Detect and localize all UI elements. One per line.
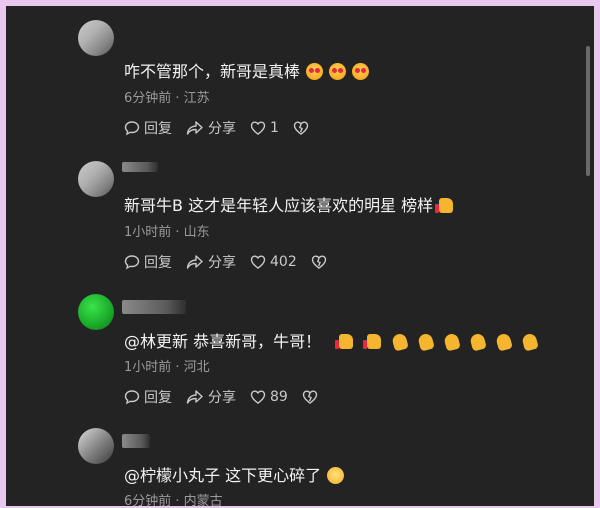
comment-meta: 1小时前 · 河北 [124,360,210,375]
share-label: 分享 [208,390,236,406]
reply-label: 回复 [144,255,172,271]
clap-emoji-icon [469,332,487,352]
like-button[interactable]: 89 [250,389,288,405]
heart-icon [250,390,266,404]
broken-heart-icon [302,390,318,404]
avatar[interactable] [78,294,114,330]
dislike-button[interactable] [311,254,331,270]
reply-label: 回复 [144,390,172,406]
clap-emoji-icon [391,332,409,352]
avatar[interactable] [78,428,114,464]
comment-text-content: 新哥牛B 这才是年轻人应该喜欢的明星 榜样 [124,196,434,215]
comment-text-content: @林更新 恭喜新哥，牛哥！ [124,332,322,351]
comment-actions: 回复 分享 89 [124,387,336,407]
share-button[interactable]: 分享 [186,252,236,272]
username[interactable] [122,162,158,172]
scrollbar[interactable] [586,46,590,176]
smile-emoji-icon [327,467,345,484]
reply-icon [124,390,140,405]
like-count: 89 [270,389,288,405]
like-count: 402 [270,254,297,270]
reply-button[interactable]: 回复 [124,387,172,407]
thumbs-up-emoji-icon [335,334,354,349]
comment-list: 咋不管那个，新哥是真棒 6分钟前 · 江苏 回复 分享 1 新哥牛B 这才是年轻… [6,6,594,506]
reply-button[interactable]: 回复 [124,252,172,272]
share-button[interactable]: 分享 [186,387,236,407]
clap-emoji-icon [443,332,461,352]
like-button[interactable]: 402 [250,254,297,270]
username[interactable] [122,434,150,448]
comment-text: 新哥牛B 这才是年轻人应该喜欢的明星 榜样 [124,192,454,216]
clap-emoji-icon [417,332,435,352]
broken-heart-icon [311,255,326,269]
comment-actions: 回复 分享 402 [124,252,345,272]
comment-text: @林更新 恭喜新哥，牛哥！ [124,328,539,352]
comment-text: @柠檬小丸子 这下更心碎了 [124,462,345,486]
comment-meta: 6分钟前 · 内蒙古 [124,494,223,506]
dislike-button[interactable] [302,389,322,405]
comment-text-content: @柠檬小丸子 这下更心碎了 [124,466,322,485]
comment-item: @柠檬小丸子 这下更心碎了 6分钟前 · 内蒙古 [6,6,576,506]
comment-meta: 1小时前 · 山东 [124,225,210,240]
reply-icon [124,255,140,270]
share-label: 分享 [208,255,236,271]
username[interactable] [122,300,186,314]
clap-emoji-icon [521,332,539,352]
avatar[interactable] [78,161,114,197]
clap-emoji-icon [495,332,513,352]
thumbs-up-emoji-icon [363,334,382,349]
share-icon [186,255,203,269]
share-icon [186,390,203,404]
thumbs-up-emoji-icon [435,198,454,213]
heart-icon [250,255,266,269]
